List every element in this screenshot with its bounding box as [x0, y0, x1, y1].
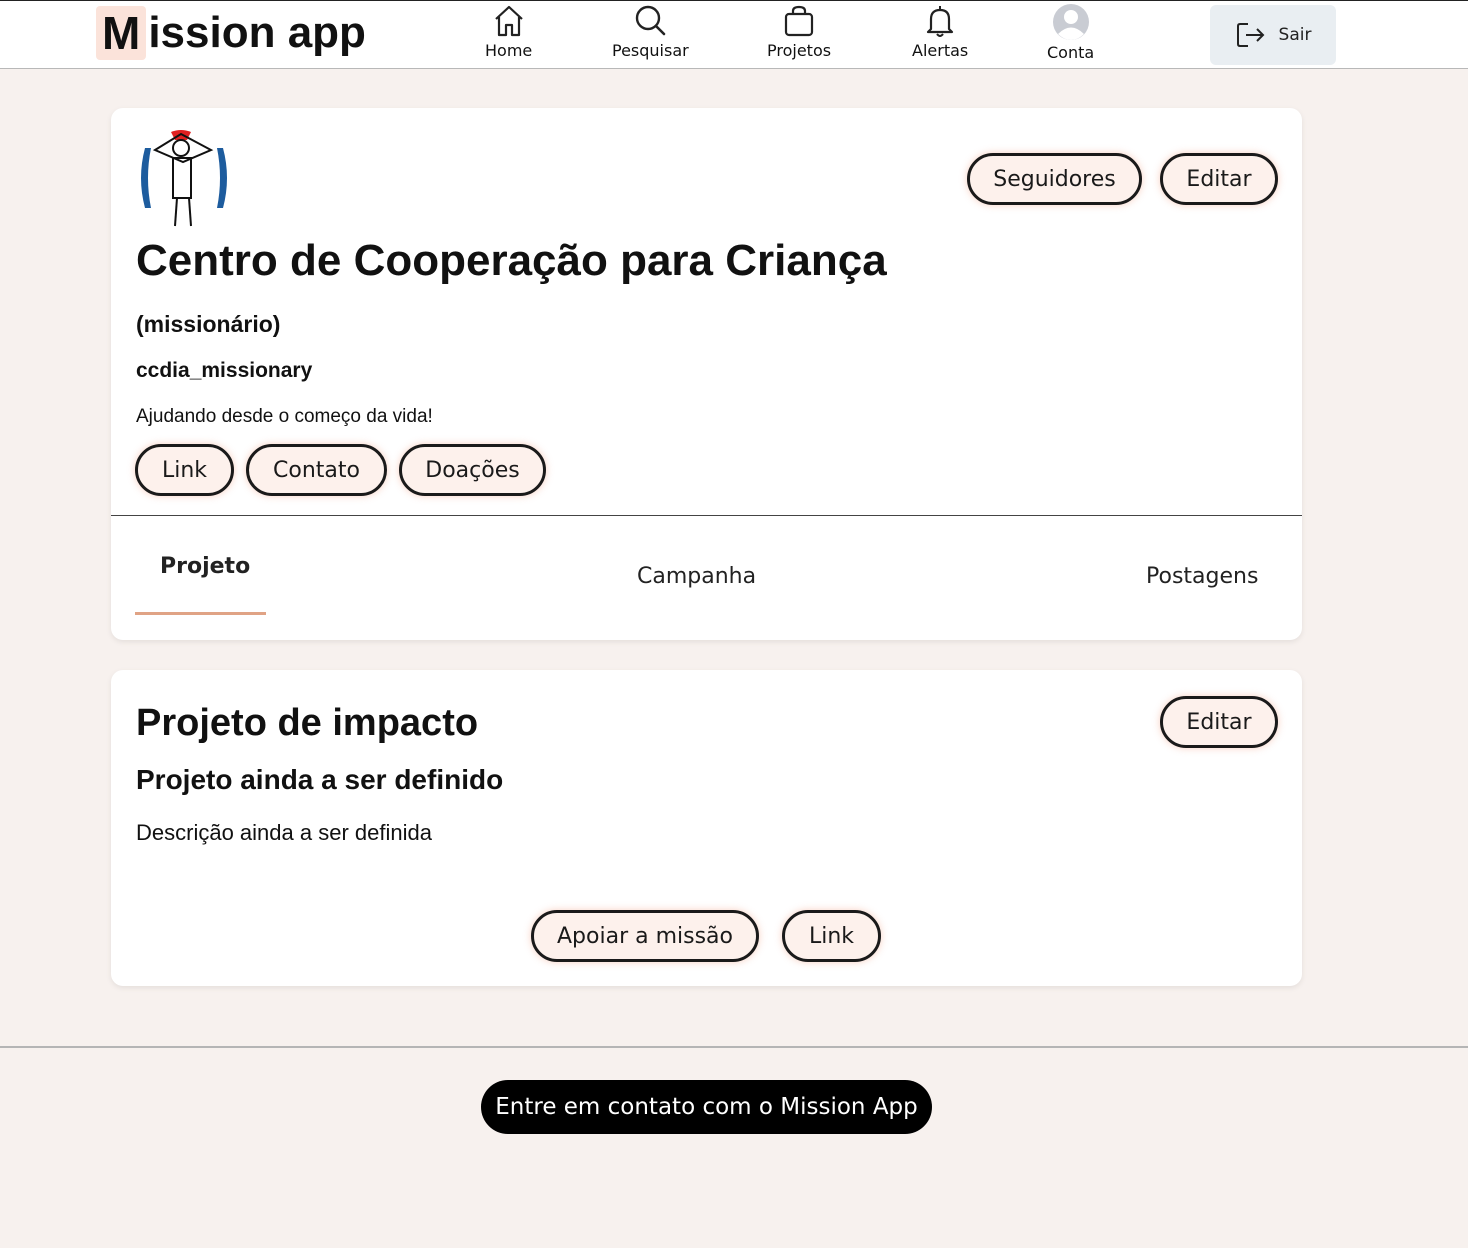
logo-initial: M: [96, 6, 147, 60]
logout-label: Sair: [1278, 25, 1312, 45]
project-title: Projeto de impacto: [136, 702, 479, 744]
footer-divider: [0, 1046, 1468, 1048]
active-tab-indicator: [135, 612, 266, 615]
project-card: Projeto de impacto Editar Projeto ainda …: [111, 670, 1302, 986]
contact-mission-app-button[interactable]: Entre em contato com o Mission App: [481, 1080, 932, 1134]
logout-button[interactable]: Sair: [1210, 5, 1336, 65]
nav-projects[interactable]: Projetos: [767, 3, 831, 60]
bag-icon: [784, 5, 814, 37]
search-icon: [636, 5, 666, 36]
profile-link-button[interactable]: Link: [135, 444, 234, 496]
logo-text: ission app: [148, 8, 366, 57]
user-avatar-icon: [1052, 4, 1089, 40]
home-icon: [494, 5, 523, 37]
nav-alerts[interactable]: Alertas: [912, 3, 968, 60]
nav-account-label: Conta: [1047, 43, 1095, 62]
bell-icon: [927, 6, 954, 37]
profile-card: Seguidores Editar Centro de Cooperação p…: [111, 108, 1302, 640]
nav-home-label: Home: [485, 41, 533, 60]
organization-role: (missionário): [136, 311, 281, 337]
top-navigation-bar: M ission app Home Pesquisar Projetos Ale…: [0, 0, 1468, 69]
project-description: Descrição ainda a ser definida: [136, 820, 432, 845]
edit-project-button[interactable]: Editar: [1160, 696, 1278, 748]
support-mission-button[interactable]: Apoiar a missão: [531, 910, 759, 962]
donations-button[interactable]: Doações: [399, 444, 546, 496]
nav-home[interactable]: Home: [485, 3, 532, 60]
organization-handle: ccdia_missionary: [136, 359, 313, 382]
nav-search[interactable]: Pesquisar: [612, 3, 689, 60]
contact-button[interactable]: Contato: [246, 444, 387, 496]
profile-divider: [111, 515, 1302, 516]
project-subtitle: Projeto ainda a ser definido: [136, 764, 504, 795]
tab-posts[interactable]: Postagens: [1146, 564, 1258, 589]
project-link-button[interactable]: Link: [782, 910, 881, 962]
nav-alerts-label: Alertas: [912, 41, 969, 60]
edit-profile-button[interactable]: Editar: [1160, 153, 1278, 205]
logout-icon: [1236, 23, 1264, 47]
organization-logo-icon: [141, 130, 227, 227]
app-logo[interactable]: M ission app: [96, 5, 366, 61]
nav-projects-label: Projetos: [767, 41, 832, 60]
tab-campaign[interactable]: Campanha: [637, 564, 756, 589]
nav-account[interactable]: Conta: [1047, 3, 1094, 62]
tab-project[interactable]: Projeto: [160, 554, 250, 579]
organization-bio: Ajudando desde o começo da vida!: [136, 406, 433, 427]
nav-search-label: Pesquisar: [612, 41, 689, 60]
followers-button[interactable]: Seguidores: [967, 153, 1142, 205]
organization-name: Centro de Cooperação para Criança: [136, 236, 887, 285]
